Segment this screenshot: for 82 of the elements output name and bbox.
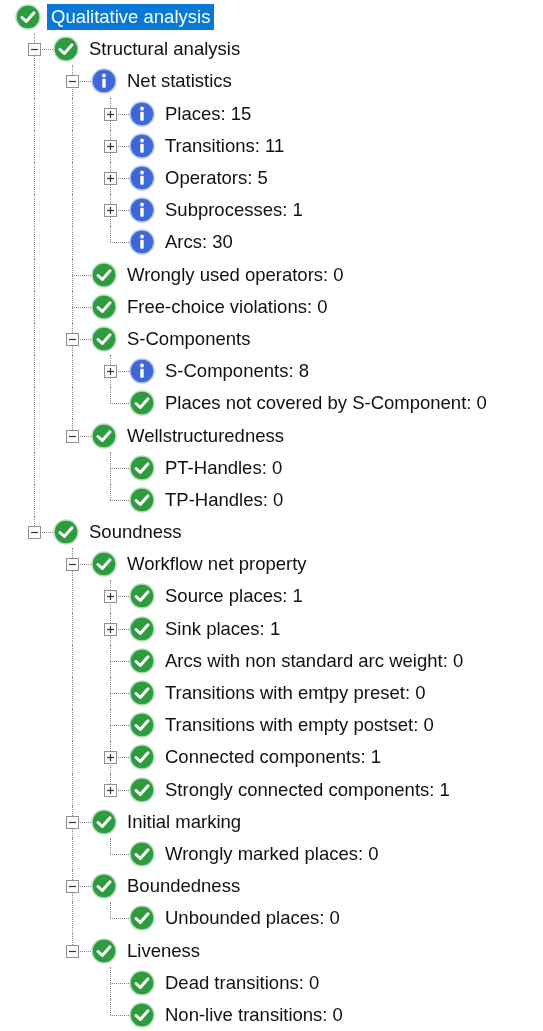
tree-item[interactable]: Strongly connected components: 1 — [161, 776, 454, 803]
tree-item[interactable]: Source places: 1 — [161, 583, 307, 610]
tree-item[interactable]: Arcs: 30 — [161, 229, 237, 256]
expand-toggle-icon[interactable] — [104, 590, 117, 604]
tree-item[interactable]: Workflow net property — [123, 551, 311, 578]
info-icon — [129, 358, 155, 385]
check-icon — [91, 551, 117, 578]
expand-toggle-icon[interactable] — [104, 107, 117, 121]
collapse-toggle-icon[interactable] — [28, 43, 41, 57]
tree-item[interactable]: Sink places: 1 — [161, 615, 285, 642]
tree-item[interactable]: Places not covered by S-Component: 0 — [161, 390, 491, 417]
expand-toggle-icon[interactable] — [104, 751, 117, 765]
info-icon — [129, 197, 155, 224]
expand-toggle-icon[interactable] — [104, 204, 117, 218]
expand-toggle-icon[interactable] — [104, 139, 117, 153]
check-icon — [129, 583, 155, 610]
tree-item[interactable]: Qualitative analysis — [47, 4, 215, 31]
tree-item[interactable]: S-Components: 8 — [161, 358, 313, 385]
tree-item[interactable]: Unbounded places: 0 — [161, 905, 344, 932]
tree-item[interactable]: Boundedness — [123, 873, 245, 900]
check-icon — [91, 325, 117, 352]
collapse-toggle-icon[interactable] — [66, 429, 79, 443]
check-icon — [91, 261, 117, 288]
info-icon — [129, 100, 155, 127]
tree-item[interactable]: Places: 15 — [161, 100, 256, 127]
tree-item[interactable]: Transitions: 11 — [161, 132, 289, 159]
tree-item[interactable]: Connected components: 1 — [161, 744, 385, 771]
check-icon — [91, 293, 117, 320]
collapse-toggle-icon[interactable] — [66, 880, 79, 894]
check-icon — [129, 905, 155, 932]
check-icon — [129, 615, 155, 642]
tree-item[interactable]: Arcs with non standard arc weight: 0 — [161, 647, 468, 674]
tree-item[interactable]: Operators: 5 — [161, 165, 272, 192]
check-icon — [91, 808, 117, 835]
collapse-toggle-icon[interactable] — [28, 526, 41, 540]
tree-item[interactable]: Wrongly used operators: 0 — [123, 261, 348, 288]
tree-item[interactable]: Liveness — [123, 937, 204, 964]
check-icon — [129, 712, 155, 739]
tree-item[interactable]: Wrongly marked places: 0 — [161, 840, 383, 867]
tree-item[interactable]: S-Components — [123, 325, 255, 352]
check-icon — [53, 519, 79, 546]
tree-item[interactable]: Wellstructuredness — [123, 422, 288, 449]
check-icon — [129, 390, 155, 417]
check-icon — [129, 840, 155, 867]
collapse-toggle-icon[interactable] — [66, 944, 79, 958]
collapse-toggle-icon[interactable] — [66, 75, 79, 89]
expand-toggle-icon[interactable] — [104, 172, 117, 186]
collapse-toggle-icon[interactable] — [66, 815, 79, 829]
info-icon — [91, 68, 117, 95]
tree-item[interactable]: Transitions with empty postset: 0 — [161, 712, 438, 739]
tree-item[interactable]: Subprocesses: 1 — [161, 197, 307, 224]
tree-item[interactable]: Transitions with emtpy preset: 0 — [161, 680, 430, 707]
check-icon — [129, 969, 155, 996]
tree-item[interactable]: Initial marking — [123, 808, 246, 835]
tree-item[interactable]: Free-choice violations: 0 — [123, 293, 332, 320]
info-icon — [129, 132, 155, 159]
check-icon — [15, 4, 41, 31]
check-icon — [129, 486, 155, 513]
tree-item[interactable]: TP-Handles: 0 — [161, 486, 288, 513]
check-icon — [91, 873, 117, 900]
check-icon — [129, 680, 155, 707]
check-icon — [91, 422, 117, 449]
info-icon — [129, 165, 155, 192]
check-icon — [129, 1001, 155, 1028]
check-icon — [129, 454, 155, 481]
expand-toggle-icon[interactable] — [104, 622, 117, 636]
tree-item[interactable]: Non-live transitions: 0 — [161, 1001, 347, 1028]
expand-toggle-icon[interactable] — [104, 783, 117, 797]
check-icon — [53, 36, 79, 63]
expand-toggle-icon[interactable] — [104, 365, 117, 379]
tree-item[interactable]: Net statistics — [123, 68, 236, 95]
tree-item[interactable]: Dead transitions: 0 — [161, 969, 324, 996]
check-icon — [129, 647, 155, 674]
tree-item[interactable]: Soundness — [85, 519, 186, 546]
collapse-toggle-icon[interactable] — [66, 332, 79, 346]
tree-item[interactable]: Structural analysis — [85, 36, 245, 63]
check-icon — [129, 744, 155, 771]
collapse-toggle-icon[interactable] — [66, 558, 79, 572]
info-icon — [129, 229, 155, 256]
check-icon — [91, 937, 117, 964]
tree-item[interactable]: PT-Handles: 0 — [161, 454, 287, 481]
check-icon — [129, 776, 155, 803]
